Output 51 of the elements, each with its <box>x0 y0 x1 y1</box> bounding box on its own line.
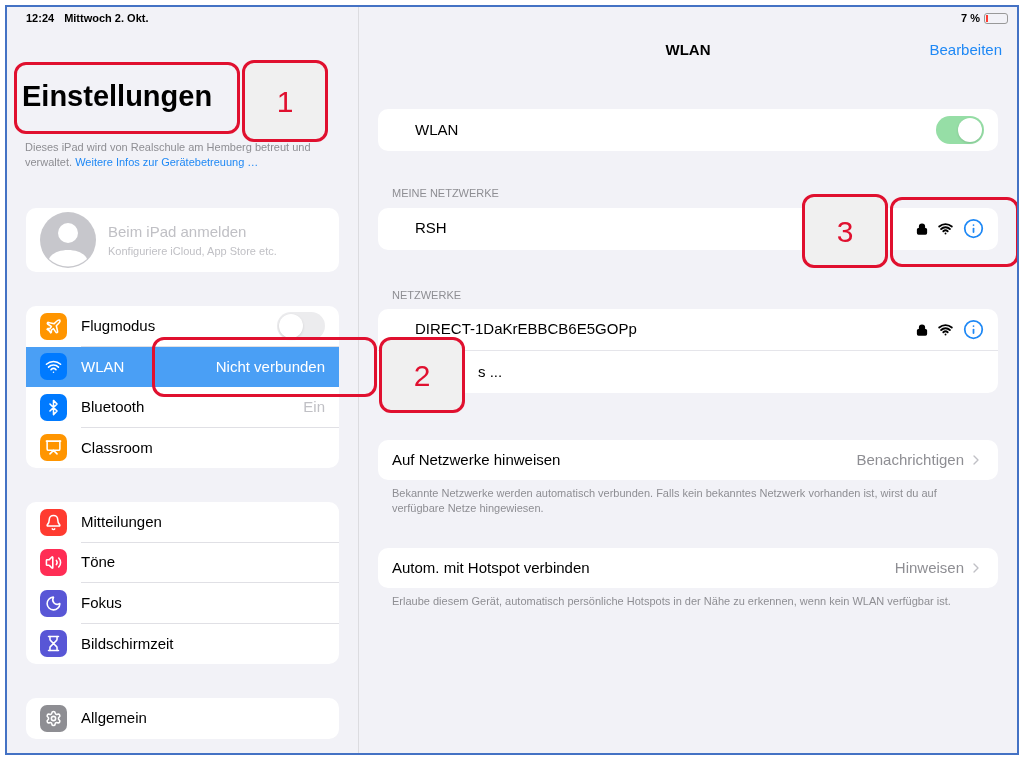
item-label: WLAN <box>81 356 126 377</box>
toggle-switch[interactable] <box>936 116 984 144</box>
sidebar-item[interactable]: Fokus <box>26 583 339 624</box>
account-title: Beim iPad anmelden <box>108 221 248 242</box>
callout-number: 2 <box>379 337 465 413</box>
setting-footer: Bekannte Netzwerke werden automatisch verbunden. Falls kein bekanntes Netzwerk vorhanden ist, wirst du auf verfügbare Netze hingewiesen. <box>392 486 984 516</box>
setting-row[interactable]: Auf Netzwerke hinweisen Benachrichtigen <box>378 440 998 480</box>
setting-value: Hinweisen <box>894 557 964 578</box>
info-icon[interactable] <box>963 218 984 239</box>
managed-note: Dieses iPad wird von Realschule am Hemberg betreut und verwaltet. Weitere Infos zur Gerätebetreuung … <box>25 140 312 170</box>
item-label: Classroom <box>81 437 154 458</box>
setting-row[interactable]: Autom. mit Hotspot verbinden Hinweisen <box>378 548 998 588</box>
page-title: WLAN <box>665 39 711 60</box>
section-header: NETZWERKE <box>392 287 463 303</box>
wifi-signal-icon <box>938 322 953 337</box>
wlan-label: WLAN <box>415 119 460 140</box>
setting-label: Autom. mit Hotspot verbinden <box>392 557 591 578</box>
status-time: 12:24 <box>26 11 55 27</box>
status-date: Mittwoch 2. Okt. <box>64 11 149 27</box>
item-value: Nicht verbunden <box>215 356 325 377</box>
sidebar-item[interactable]: Töne <box>26 542 339 583</box>
item-label: Fokus <box>81 592 123 613</box>
sidebar-item[interactable]: Flugmodus <box>26 306 339 347</box>
info-icon[interactable] <box>963 319 984 340</box>
other-network-label[interactable]: s ... <box>478 360 503 384</box>
sidebar-item[interactable]: Bluetooth Ein <box>26 387 339 428</box>
network-name[interactable]: RSH <box>415 217 447 240</box>
item-label: Bildschirmzeit <box>81 633 175 654</box>
item-label: Mitteilungen <box>81 511 163 532</box>
item-label: Bluetooth <box>81 396 146 417</box>
item-label: Töne <box>81 552 117 572</box>
setting-value: Benachrichtigen <box>856 449 964 470</box>
account-subtitle: Konfiguriere iCloud, App Store etc. <box>108 244 277 259</box>
section-header: MEINE NETZWERKE <box>392 186 500 201</box>
callout-number: 1 <box>242 60 328 142</box>
sidebar-item[interactable]: Bildschirmzeit <box>26 623 339 664</box>
battery-icon <box>984 13 1008 24</box>
setting-footer: Erlaube diesem Gerät, automatisch persönliche Hotspots in der Nähe zu erkennen, wenn kein WLAN verfügbar ist. <box>392 594 984 609</box>
wifi-signal-icon <box>938 221 953 236</box>
sidebar-item[interactable]: Classroom <box>26 427 339 468</box>
item-value: Ein <box>303 396 325 417</box>
avatar-icon <box>40 212 96 268</box>
callout-number: 3 <box>802 194 888 268</box>
sidebar-title: Einstellungen <box>22 79 213 113</box>
sidebar-item[interactable]: Allgemein <box>26 698 339 739</box>
item-label: Flugmodus <box>81 315 157 336</box>
item-label: Allgemein <box>81 708 148 728</box>
setting-label: Auf Netzwerke hinweisen <box>392 449 562 470</box>
sidebar-item[interactable]: Mitteilungen <box>26 502 339 543</box>
battery-percent: 7 % <box>961 11 980 27</box>
toggle-switch[interactable] <box>277 311 325 340</box>
